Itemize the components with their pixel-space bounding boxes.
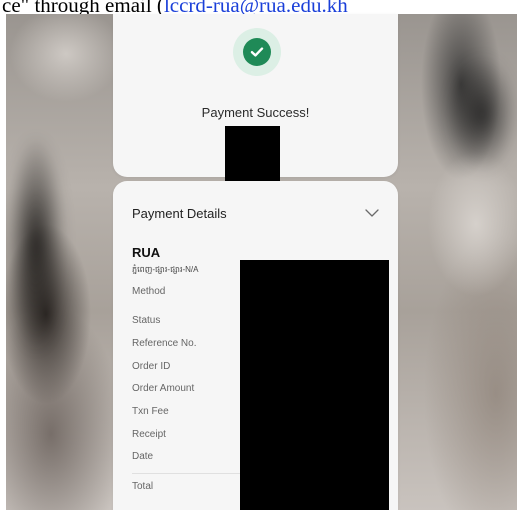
label-method: Method — [132, 286, 166, 297]
redacted-details-values — [240, 260, 389, 510]
label-date: Date — [132, 451, 154, 462]
check-icon — [243, 38, 271, 66]
success-badge — [233, 28, 281, 76]
merchant-location: ភ្នំពេញ-ផ្សារ-ផ្សារ-N/A — [132, 265, 199, 274]
label-status: Status — [132, 315, 161, 326]
label-txn-fee: Txn Fee — [132, 406, 169, 417]
label-reference-no: Reference No. — [132, 338, 197, 349]
payment-success-card: Payment Success! — [113, 14, 398, 183]
label-order-id: Order ID — [132, 361, 171, 372]
label-total: Total — [132, 481, 154, 492]
payment-details-title: Payment Details — [132, 206, 227, 221]
chevron-down-icon[interactable] — [364, 207, 380, 219]
redacted-amount — [225, 126, 280, 183]
label-order-amount: Order Amount — [132, 383, 195, 394]
total-divider — [132, 473, 242, 474]
merchant-name: RUA — [132, 245, 161, 260]
payment-success-title: Payment Success! — [201, 105, 310, 120]
label-receipt: Receipt — [132, 429, 166, 440]
payment-details-card: Payment Details RUA ភ្នំពេញ-ផ្សារ-ផ្សារ-… — [113, 181, 398, 510]
